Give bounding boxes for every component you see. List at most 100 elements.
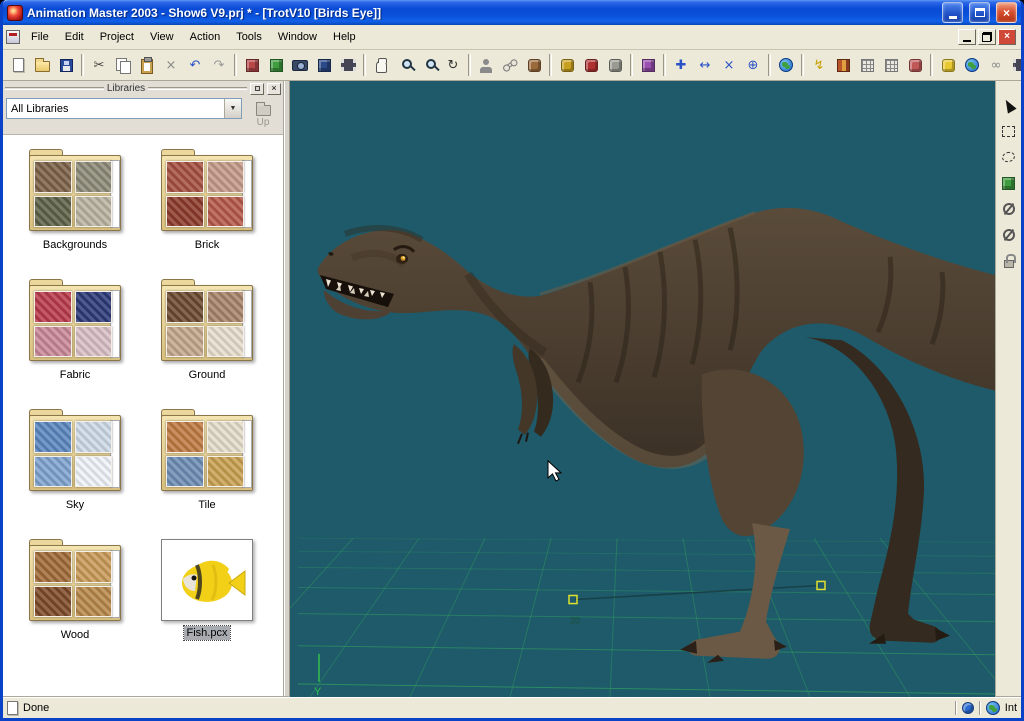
pan-tool-button[interactable] (369, 53, 393, 77)
stamp-tool-button[interactable] (603, 53, 627, 77)
level-tool-button[interactable] (903, 53, 927, 77)
link-tool-button[interactable]: ∞ (984, 53, 1008, 77)
new-project-button[interactable] (6, 53, 30, 77)
muscle-mode-button[interactable] (498, 53, 522, 77)
save-project-icon (60, 59, 73, 72)
grid-snap-button[interactable] (879, 53, 903, 77)
simulate-button[interactable]: ↯ (807, 53, 831, 77)
rotate-manipulator-button[interactable]: ⊕ (741, 53, 765, 77)
combo-dropdown-icon[interactable]: ▼ (224, 99, 241, 118)
delete-button[interactable]: × (159, 53, 183, 77)
turn-tool-button[interactable]: ↻ (441, 53, 465, 77)
panel-pin-button[interactable] (250, 83, 264, 95)
save-project-button[interactable] (54, 53, 78, 77)
menu-item-window[interactable]: Window (270, 28, 325, 46)
library-item-backgrounds[interactable]: Backgrounds (15, 149, 135, 252)
modeling-window-button[interactable] (240, 53, 264, 77)
select-arrow-button[interactable] (997, 93, 1021, 117)
menu-item-file[interactable]: File (23, 28, 57, 46)
up-button[interactable]: Up (246, 98, 280, 132)
menu-item-action[interactable]: Action (182, 28, 229, 46)
view-bars-icon (341, 59, 356, 71)
film-tool-button[interactable] (1008, 53, 1021, 77)
setup-tool-button[interactable] (555, 53, 579, 77)
undo-button[interactable]: ↶ (183, 53, 207, 77)
repair-tool-icon (585, 59, 598, 72)
child-close-button[interactable]: × (998, 29, 1016, 45)
choreography-window-icon (270, 59, 283, 72)
child-restore-button[interactable] (978, 29, 996, 45)
library-item-brick[interactable]: Brick (147, 149, 267, 252)
copy-button[interactable] (111, 53, 135, 77)
camera-view-button[interactable] (288, 53, 312, 77)
menu-item-project[interactable]: Project (92, 28, 142, 46)
folder-icon (27, 149, 123, 233)
cut-button[interactable]: ✂ (87, 53, 111, 77)
texture-thumbnail (207, 161, 245, 193)
status-text: Done (23, 702, 49, 714)
zoom-tool-icon (402, 59, 412, 69)
lock-tool-button[interactable] (997, 249, 1021, 273)
birds-eye-view-button[interactable] (312, 53, 336, 77)
grid-edit-button[interactable] (855, 53, 879, 77)
library-item-tile[interactable]: Tile (147, 409, 267, 512)
child-minimize-button[interactable] (958, 29, 976, 45)
viewport[interactable]: 20 Y (290, 81, 995, 697)
maximize-button[interactable] (969, 2, 990, 23)
view-bars-button[interactable] (336, 53, 360, 77)
marquee-select-button[interactable] (997, 119, 1021, 143)
toolbar-separator (81, 54, 84, 76)
light-tool-button[interactable] (936, 53, 960, 77)
world-view-button[interactable] (774, 53, 798, 77)
folder-thumbnails (34, 551, 112, 617)
rotate-widget-button[interactable] (997, 197, 1021, 221)
document-icon[interactable] (6, 30, 20, 44)
library-item-wood[interactable]: Wood (15, 539, 135, 642)
texture-thumbnail (75, 421, 113, 453)
toolbar-separator (630, 54, 633, 76)
render-mode-button[interactable] (636, 53, 660, 77)
bones-mode-button[interactable] (522, 53, 546, 77)
open-project-button[interactable] (30, 53, 54, 77)
zoom-section-button[interactable] (417, 53, 441, 77)
library-item-fish-pcx[interactable]: Fish.pcx (147, 539, 267, 642)
minimize-button[interactable] (942, 2, 963, 23)
paste-button[interactable] (135, 53, 159, 77)
library-filter-combo[interactable]: All Libraries ▼ (6, 98, 242, 119)
library-books-button[interactable] (831, 53, 855, 77)
close-button[interactable]: × (996, 2, 1017, 23)
translate-manipulator-button[interactable]: ↔ (693, 53, 717, 77)
menu-item-help[interactable]: Help (325, 28, 364, 46)
scale-manipulator-button[interactable]: × (717, 53, 741, 77)
redo-icon: ↷ (214, 59, 225, 72)
viewport-canvas[interactable]: 20 Y (290, 81, 995, 697)
folder-up-icon (256, 105, 271, 116)
texture-thumbnail (75, 161, 113, 193)
zoom-tool-button[interactable] (393, 53, 417, 77)
skeletal-mode-button[interactable] (474, 53, 498, 77)
library-item-ground[interactable]: Ground (147, 279, 267, 382)
texture-thumbnail (207, 291, 245, 323)
library-item-fabric[interactable]: Fabric (15, 279, 135, 382)
menu-item-view[interactable]: View (142, 28, 182, 46)
internet-tool-button[interactable] (960, 53, 984, 77)
library-item-label: Backgrounds (40, 238, 110, 252)
cut-icon: ✂ (94, 59, 105, 72)
menu-item-edit[interactable]: Edit (57, 28, 92, 46)
scale-widget-button[interactable] (997, 223, 1021, 247)
image-preview (161, 539, 253, 621)
lasso-select-button[interactable] (997, 145, 1021, 169)
repair-tool-button[interactable] (579, 53, 603, 77)
group-select-button[interactable] (997, 171, 1021, 195)
redo-button[interactable]: ↷ (207, 53, 231, 77)
caption-groove (148, 87, 247, 90)
title-bar[interactable]: Animation Master 2003 - Show6 V9.prj * -… (3, 0, 1021, 25)
menu-item-tools[interactable]: Tools (228, 28, 270, 46)
status-separator (979, 701, 981, 715)
texture-thumbnail (166, 291, 204, 323)
library-item-sky[interactable]: Sky (15, 409, 135, 512)
panel-close-button[interactable]: × (267, 83, 281, 95)
choreography-window-button[interactable] (264, 53, 288, 77)
texture-thumbnail (34, 551, 72, 583)
compass-button[interactable]: ✚ (669, 53, 693, 77)
